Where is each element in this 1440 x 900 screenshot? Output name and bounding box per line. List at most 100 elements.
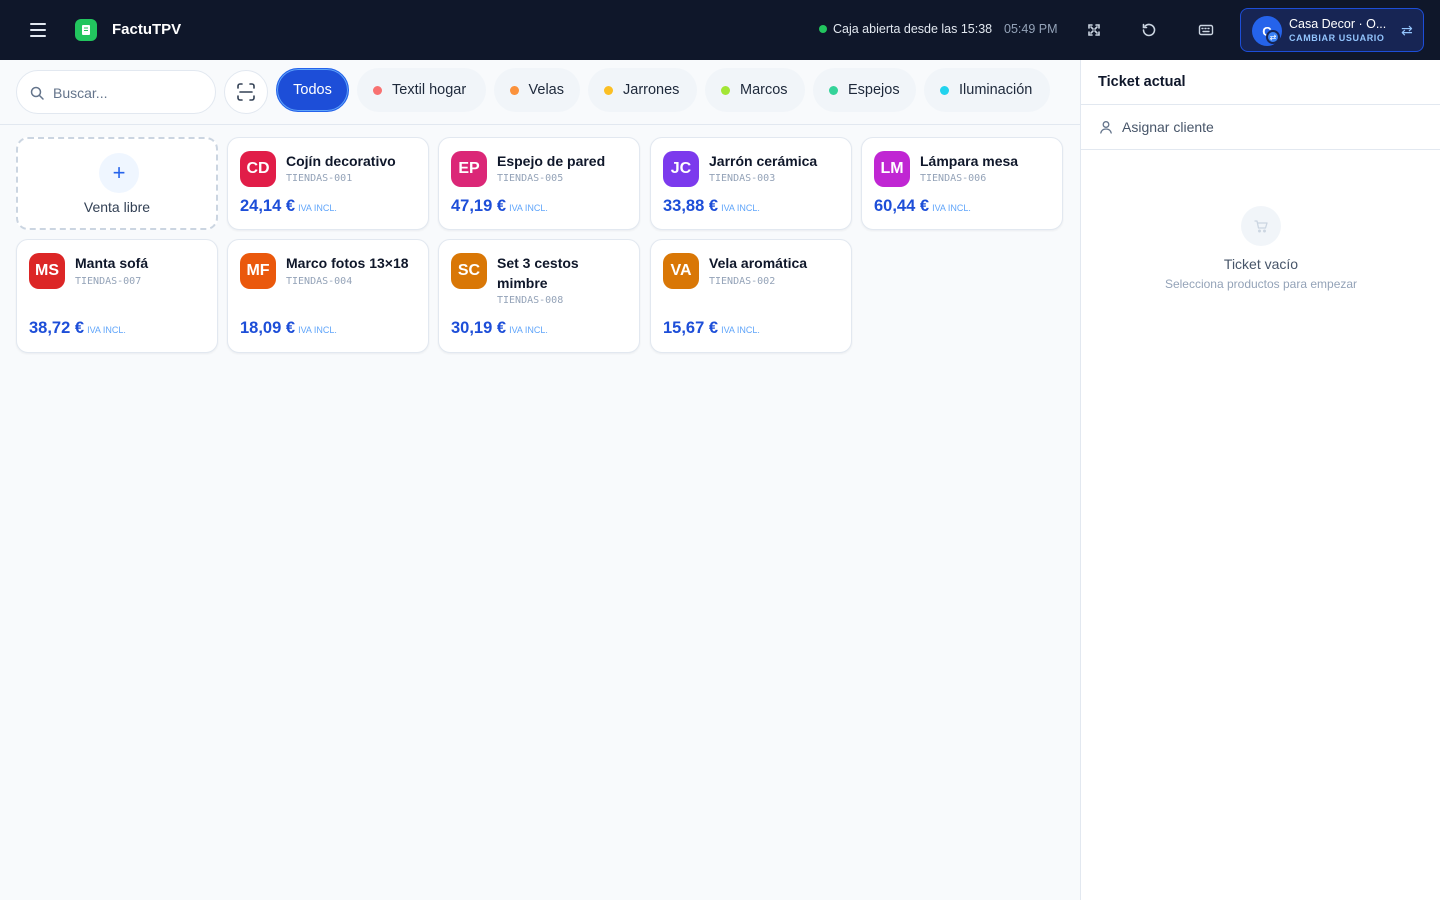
divider xyxy=(1081,149,1440,150)
product-name: Manta sofá xyxy=(75,255,149,271)
search-box xyxy=(16,70,216,114)
switch-user-label: CAMBIAR USUARIO xyxy=(1289,33,1385,43)
product-name: Lámpara mesa xyxy=(920,153,1019,169)
tab-iluminacion[interactable]: Iluminación xyxy=(924,68,1050,112)
price-value: 15,67 € xyxy=(663,319,719,337)
category-dot-icon xyxy=(940,85,949,95)
app-title: FactuTPV xyxy=(112,21,182,38)
product-name: Vela aromática xyxy=(709,255,808,271)
category-label: Textil hogar xyxy=(392,82,467,98)
product-avatar: CD xyxy=(240,151,276,187)
tax-label: IVA INCL. xyxy=(509,325,548,335)
tax-label: IVA INCL. xyxy=(87,325,126,335)
swap-icon: ⇄ xyxy=(1401,22,1413,38)
product-avatar: JC xyxy=(663,151,699,187)
cash-status: Caja abierta desde las 15:38 xyxy=(819,22,992,36)
empty-ticket-subtitle: Selecciona productos para empezar xyxy=(1164,277,1358,291)
tax-label: IVA INCL. xyxy=(298,325,337,335)
product-name: Espejo de pared xyxy=(497,153,606,169)
cart-icon xyxy=(1241,206,1281,246)
tab-marcos[interactable]: Marcos xyxy=(705,68,805,112)
product-sku: TIENDAS-002 xyxy=(709,276,776,287)
tab-textil-hogar[interactable]: Textil hogar xyxy=(357,68,486,112)
product-price: 47,19 € IVA INCL. xyxy=(451,197,548,216)
scan-icon xyxy=(237,83,255,101)
category-dot-icon xyxy=(510,85,519,95)
assign-customer-label: Asignar cliente xyxy=(1122,119,1214,135)
product-card[interactable]: CD Cojín decorativo TIENDAS-001 24,14 € I… xyxy=(227,137,429,230)
tab-jarrones[interactable]: Jarrones xyxy=(588,68,697,112)
price-value: 18,09 € xyxy=(240,319,296,337)
product-name: Marco fotos 13×18 xyxy=(286,255,409,271)
tab-espejos[interactable]: Espejos xyxy=(813,68,916,112)
tax-label: IVA INCL. xyxy=(509,203,548,213)
price-value: 60,44 € xyxy=(874,197,930,215)
search-icon xyxy=(30,86,44,100)
category-label: Jarrones xyxy=(623,82,680,98)
category-label: Marcos xyxy=(740,82,788,98)
product-sku: TIENDAS-008 xyxy=(497,295,564,306)
empty-ticket-title: Ticket vacío xyxy=(1223,256,1299,272)
product-card[interactable]: JC Jarrón cerámica TIENDAS-003 33,88 € IV… xyxy=(650,137,852,230)
user-icon xyxy=(1100,121,1112,134)
tab-velas[interactable]: Velas xyxy=(494,68,580,112)
ticket-title: Ticket actual xyxy=(1098,74,1186,90)
assign-customer-button[interactable]: Asignar cliente xyxy=(1098,116,1214,138)
ticket-panel: Ticket actual Asignar cliente Ticket vac… xyxy=(1080,60,1440,900)
top-bar: FactuTPV Caja abierta desde las 15:38 05… xyxy=(0,0,1440,60)
cash-status-text: Caja abierta desde las 15:38 xyxy=(833,22,993,36)
category-label: Iluminación xyxy=(959,82,1033,98)
product-price: 38,72 € IVA INCL. xyxy=(29,319,126,338)
category-label: Todos xyxy=(293,82,332,98)
tax-label: IVA INCL. xyxy=(721,325,760,335)
user-name: Casa Decor · O... xyxy=(1289,17,1387,31)
product-name: Set 3 cestos mimbre xyxy=(497,255,579,291)
product-card[interactable]: VA Vela aromática TIENDAS-002 15,67 € IVA… xyxy=(650,239,852,353)
search-input[interactable] xyxy=(53,81,203,105)
product-price: 60,44 € IVA INCL. xyxy=(874,197,971,216)
product-avatar: EP xyxy=(451,151,487,187)
product-avatar: VA xyxy=(663,253,699,289)
product-name: Cojín decorativo xyxy=(286,153,396,169)
divider xyxy=(0,124,1080,125)
product-card[interactable]: SC Set 3 cestos mimbre TIENDAS-008 30,19… xyxy=(438,239,640,353)
menu-icon[interactable] xyxy=(24,18,52,42)
product-sku: TIENDAS-003 xyxy=(709,173,776,184)
product-card[interactable]: EP Espejo de pared TIENDAS-005 47,19 € IV… xyxy=(438,137,640,230)
product-avatar: MF xyxy=(240,253,276,289)
barcode-scan-button[interactable] xyxy=(224,70,268,114)
price-value: 30,19 € xyxy=(451,319,507,337)
product-card[interactable]: MS Manta sofá TIENDAS-007 38,72 € IVA INC… xyxy=(16,239,218,353)
free-sale-button[interactable]: + Venta libre xyxy=(16,137,218,230)
keyboard-icon[interactable] xyxy=(1194,18,1218,42)
product-sku: TIENDAS-001 xyxy=(286,173,353,184)
category-dot-icon xyxy=(829,85,838,95)
plus-icon: + xyxy=(99,153,139,193)
category-dot-icon xyxy=(373,85,382,95)
product-card[interactable]: LM Lámpara mesa TIENDAS-006 60,44 € IVA I… xyxy=(861,137,1063,230)
product-price: 18,09 € IVA INCL. xyxy=(240,319,337,338)
price-value: 47,19 € xyxy=(451,197,507,215)
fullscreen-icon[interactable] xyxy=(1082,18,1106,42)
switch-user-button[interactable]: C ⇄ Casa Decor · O... CAMBIAR USUARIO ⇄ xyxy=(1240,8,1424,52)
category-dot-icon xyxy=(721,85,730,95)
tab-todos[interactable]: Todos xyxy=(276,68,349,112)
product-sku: TIENDAS-006 xyxy=(920,173,987,184)
swap-badge-icon: ⇄ xyxy=(1266,30,1280,44)
product-price: 24,14 € IVA INCL. xyxy=(240,197,337,216)
tax-label: IVA INCL. xyxy=(932,203,971,213)
price-value: 24,14 € xyxy=(240,197,296,215)
product-sku: TIENDAS-005 xyxy=(497,173,564,184)
refresh-icon[interactable] xyxy=(1137,18,1161,42)
product-name: Jarrón cerámica xyxy=(709,153,818,169)
product-price: 33,88 € IVA INCL. xyxy=(663,197,760,216)
category-label: Espejos xyxy=(848,82,900,98)
category-dot-icon xyxy=(604,85,613,95)
status-dot-icon xyxy=(819,25,827,33)
divider xyxy=(1081,104,1440,105)
app-logo-icon xyxy=(75,19,97,41)
product-sku: TIENDAS-007 xyxy=(75,276,142,287)
product-card[interactable]: MF Marco fotos 13×18 TIENDAS-004 18,09 €… xyxy=(227,239,429,353)
clock: 05:49 PM xyxy=(1004,22,1058,36)
tax-label: IVA INCL. xyxy=(298,203,337,213)
